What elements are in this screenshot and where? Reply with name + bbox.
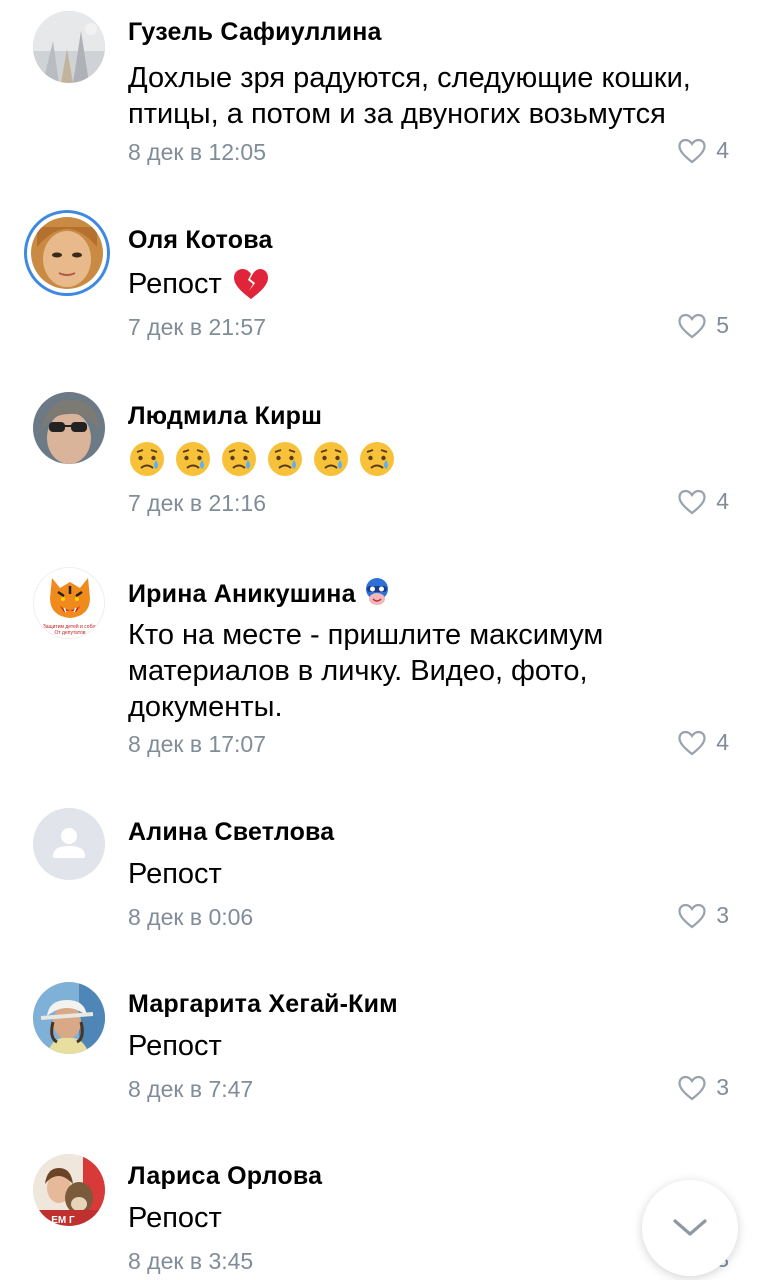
avatar[interactable] [33,392,105,464]
avatar[interactable]: Защитим детей и собак От депутатов [33,567,105,639]
comment-date: 8 дек в 17:07 [128,731,267,757]
avatar[interactable] [33,808,105,880]
heart-icon [678,1075,706,1100]
avatar[interactable] [33,11,105,83]
like-count: 3 [716,902,729,928]
comment-date: 7 дек в 21:57 [128,314,267,340]
sad-relieved-face-icon [176,442,210,476]
comment-text-line: Кто на месте - пришлите максимум [128,619,604,651]
sad-relieved-face-icon [268,442,302,476]
comment-text: Репост [128,858,222,890]
comment-author[interactable]: Гузель Сафиуллина [128,18,382,47]
avatar-photo-icon [33,392,105,464]
broken-heart-icon [233,269,268,299]
sad-relieved-face-icon [314,442,348,476]
hero-mask-icon [362,577,392,614]
heart-icon [678,730,706,755]
comment-text: Репост [128,266,728,302]
avatar-caption: Защитим детей и собак [43,623,98,630]
like-button[interactable]: 4 [678,137,729,164]
emoji-row [128,440,728,478]
comment-text: Репост [128,1202,222,1234]
heart-icon [678,489,706,514]
default-user-icon [33,808,105,880]
avatar-caption: От депутатов [54,630,85,636]
like-count: 3 [716,1074,729,1100]
comment-date: 8 дек в 7:47 [128,1076,254,1102]
sad-relieved-face-icon [360,442,394,476]
like-button[interactable]: 3 [678,1074,729,1101]
comment-text-line: документы. [128,691,283,723]
comment-date: 8 дек в 0:06 [128,904,254,930]
comment-date: 8 дек в 3:45 [128,1248,254,1274]
comment-author[interactable]: Людмила Кирш [128,402,322,431]
heart-icon [678,313,706,338]
avatar-photo-icon [33,982,105,1054]
like-button[interactable]: 4 [678,488,729,515]
avatar[interactable] [33,982,105,1054]
comment-text-line: материалов в личку. Видео, фото, [128,655,588,687]
scroll-down-button[interactable] [642,1180,738,1276]
avatar-photo-icon [31,217,103,289]
sad-relieved-face-icon [222,442,256,476]
comment-author[interactable]: Лариса Орлова [128,1162,322,1191]
comment-author[interactable]: Маргарита Хегай-Ким [128,990,398,1019]
avatar[interactable] [24,210,110,296]
avatar-caption: ЕМ Г [51,1215,75,1226]
avatar-photo-icon [33,11,105,83]
comment-text: Кто на месте - пришлите максимум материа… [128,617,728,725]
tiger-logo-icon: Защитим детей и собак От депутатов [34,568,104,638]
comment-text-line: птицы, а потом и за двуногих возьмутся [128,98,666,130]
like-count: 4 [716,729,729,755]
comment-author-name: Ирина Аникушина [128,580,356,609]
like-count: 5 [716,312,729,338]
like-button[interactable]: 3 [678,902,729,929]
comment-date: 8 дек в 12:05 [128,139,267,165]
comment-author[interactable]: Оля Котова [128,226,273,255]
comment-text-line: Репост [128,268,222,300]
chevron-down-icon [673,1219,707,1236]
comment-text: Дохлые зря радуются, следующие кошки, пт… [128,60,728,132]
comment-date: 7 дек в 21:16 [128,490,267,516]
comment-author[interactable]: Алина Светлова [128,818,334,847]
comment-text: Репост [128,1030,222,1062]
heart-icon [678,138,706,163]
comment-text-line: Дохлые зря радуются, следующие кошки, [128,62,691,94]
avatar[interactable]: ЕМ Г [33,1154,105,1226]
sad-relieved-face-icon [130,442,164,476]
comment-author[interactable]: Ирина Аникушина [128,577,392,614]
heart-icon [678,903,706,928]
like-count: 4 [716,137,729,163]
like-count: 4 [716,488,729,514]
like-button[interactable]: 4 [678,729,729,756]
comment-text [128,440,728,478]
avatar-photo-icon: ЕМ Г [33,1154,105,1226]
like-button[interactable]: 5 [678,312,729,339]
